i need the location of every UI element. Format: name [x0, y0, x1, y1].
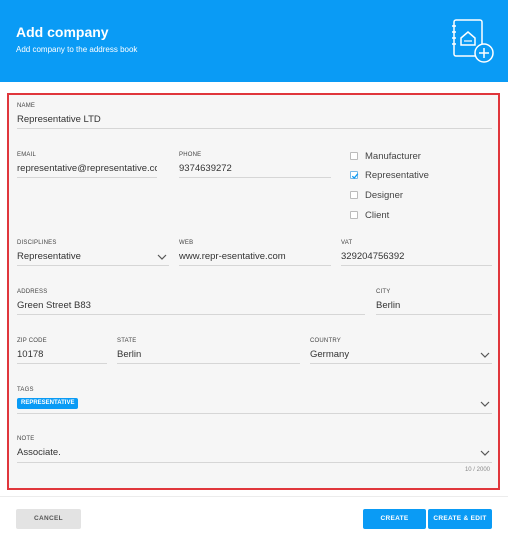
- state-underline: [117, 363, 300, 364]
- tags-underline: [17, 413, 492, 414]
- phone-label: PHONE: [179, 152, 202, 158]
- chevron-down-icon[interactable]: [480, 449, 490, 457]
- cancel-button[interactable]: CANCEL: [16, 509, 81, 529]
- checkbox-label: Representative: [365, 170, 429, 181]
- vat-underline: [341, 265, 492, 266]
- email-field[interactable]: EMAIL representative@representative.com: [17, 152, 157, 178]
- vat-label: VAT: [341, 240, 353, 246]
- vat-value: 329204756392: [341, 251, 405, 262]
- zip-code-value: 10178: [17, 349, 44, 360]
- footer-divider: [0, 496, 508, 497]
- create-and-edit-button[interactable]: CREATE & EDIT: [428, 509, 492, 529]
- web-underline: [179, 265, 331, 266]
- tags-label: TAGS: [17, 387, 34, 393]
- city-label: CITY: [376, 289, 391, 295]
- country-label: COUNTRY: [310, 338, 341, 344]
- email-underline: [17, 177, 157, 178]
- state-field[interactable]: STATE Berlin: [117, 338, 300, 364]
- state-label: STATE: [117, 338, 137, 344]
- country-select[interactable]: COUNTRY Germany: [310, 338, 492, 364]
- checkbox-label: Designer: [365, 190, 404, 201]
- note-field[interactable]: NOTE Associate.: [17, 436, 492, 463]
- disciplines-value: Representative: [17, 251, 81, 262]
- phone-underline: [179, 177, 331, 178]
- address-underline: [17, 314, 365, 315]
- checkbox-box-checked[interactable]: [350, 171, 359, 179]
- address-field[interactable]: ADDRESS Green Street B83: [17, 289, 365, 315]
- tags-select[interactable]: TAGS REPRESENTATIVE: [17, 387, 492, 414]
- phone-value: 9374639272: [179, 163, 232, 174]
- check-icon: [351, 173, 359, 179]
- name-underline: [17, 128, 492, 129]
- disciplines-underline: [17, 265, 169, 266]
- checkbox-label: Client: [365, 210, 390, 221]
- tag-chip[interactable]: REPRESENTATIVE: [17, 398, 79, 409]
- create-button[interactable]: CREATE: [363, 509, 426, 529]
- note-character-counter: 10 / 2000: [464, 467, 490, 473]
- checkbox-box[interactable]: [350, 152, 358, 160]
- email-value: representative@representative.com: [17, 163, 157, 174]
- phone-field[interactable]: PHONE 9374639272: [179, 152, 331, 178]
- checkbox-box[interactable]: [350, 191, 358, 199]
- note-label: NOTE: [17, 436, 35, 442]
- note-value: Associate.: [17, 447, 61, 458]
- email-label: EMAIL: [17, 152, 37, 158]
- country-value: Germany: [310, 349, 350, 360]
- web-value: www.repr-esentative.com: [179, 251, 286, 262]
- web-label: WEB: [179, 240, 194, 246]
- note-underline: [17, 462, 492, 463]
- company-form: NAME Representative LTD EMAIL representa…: [7, 93, 500, 490]
- state-value: Berlin: [117, 349, 142, 360]
- city-field[interactable]: CITY Berlin: [376, 289, 492, 315]
- name-label: NAME: [17, 103, 36, 109]
- city-value: Berlin: [376, 300, 401, 311]
- dialog-subtitle: Add company to the address book: [16, 45, 138, 54]
- disciplines-label: DISCIPLINES: [17, 240, 57, 246]
- zip-code-underline: [17, 363, 107, 364]
- address-book-add-icon: [452, 19, 494, 63]
- chevron-down-icon[interactable]: [480, 351, 490, 359]
- checkbox-label: Manufacturer: [365, 151, 421, 162]
- dialog-title: Add company: [16, 24, 109, 40]
- chevron-down-icon[interactable]: [480, 400, 490, 408]
- address-value: Green Street B83: [17, 300, 91, 311]
- disciplines-select[interactable]: DISCIPLINES Representative: [17, 240, 169, 266]
- country-underline: [310, 363, 492, 364]
- dialog-header: Add company Add company to the address b…: [0, 0, 508, 82]
- web-field[interactable]: WEB www.repr-esentative.com: [179, 240, 331, 266]
- vat-field[interactable]: VAT 329204756392: [341, 240, 492, 266]
- zip-code-label: ZIP CODE: [17, 338, 47, 344]
- checkbox-box[interactable]: [350, 211, 358, 219]
- address-label: ADDRESS: [17, 289, 48, 295]
- name-value: Representative LTD: [17, 114, 101, 125]
- name-field[interactable]: NAME Representative LTD: [17, 103, 492, 129]
- chevron-down-icon[interactable]: [157, 253, 167, 261]
- zip-code-field[interactable]: ZIP CODE 10178: [17, 338, 107, 364]
- city-underline: [376, 314, 492, 315]
